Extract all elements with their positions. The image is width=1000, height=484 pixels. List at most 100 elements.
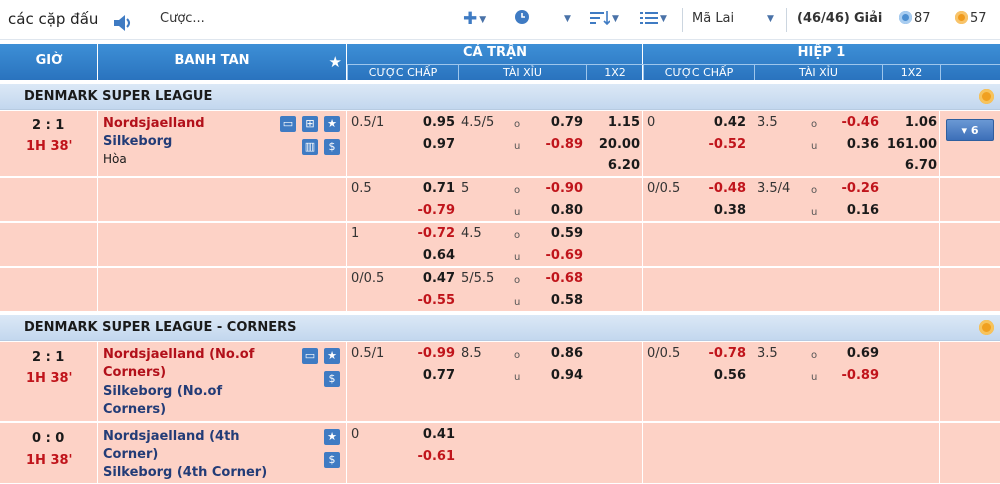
odds-value[interactable]: -0.52 — [701, 137, 746, 153]
odds-value[interactable]: 0.95 — [410, 115, 455, 131]
away-team-cont[interactable]: Corners) — [103, 402, 166, 418]
star-icon[interactable]: ★ — [324, 116, 340, 132]
field-icon[interactable]: ⊞ — [302, 116, 318, 132]
home-team[interactable]: Nordsjaelland (4th — [103, 429, 240, 445]
odds-value[interactable]: 0.86 — [538, 346, 583, 362]
dollar-icon[interactable]: $ — [324, 452, 340, 468]
sort-button[interactable]: ▼ — [590, 0, 619, 40]
odds-value[interactable]: -0.61 — [410, 449, 455, 465]
odds-value[interactable]: -0.46 — [834, 115, 879, 131]
odds-value[interactable]: -0.69 — [538, 248, 583, 264]
favorite-star-icon[interactable]: ★ — [329, 53, 342, 71]
odds-value[interactable]: 0.71 — [410, 181, 455, 197]
odds-value[interactable]: 0.59 — [538, 226, 583, 242]
counter-1[interactable]: 87 — [899, 0, 931, 40]
list-button[interactable]: ▼ — [640, 0, 667, 40]
ft-ou-header: TÀI XỈU — [458, 64, 586, 80]
odds-value[interactable]: 0.79 — [538, 115, 583, 131]
chevron-down-icon: ▼ — [564, 14, 571, 24]
odds-value[interactable]: -0.90 — [538, 181, 583, 197]
ft-1x2-header: 1X2 — [586, 64, 643, 80]
odds-value[interactable]: 0.42 — [701, 115, 746, 131]
time-column-header: GIỜ — [0, 44, 98, 80]
odds-value[interactable]: -0.99 — [410, 346, 455, 362]
table-row: 1 -0.72 0.64 4.5 o u 0.59 -0.69 — [0, 223, 1000, 267]
away-team[interactable]: Silkeborg — [103, 134, 172, 150]
odds-value[interactable]: 0.97 — [410, 137, 455, 153]
table-row: 0.5 0.71 -0.79 5 o u -0.90 0.80 0/0.5 -0… — [0, 178, 1000, 222]
league-header[interactable]: DENMARK SUPER LEAGUE - CORNERS — [0, 315, 1000, 341]
home-team-cont[interactable]: Corners) — [103, 365, 166, 381]
refresh-icon[interactable] — [979, 89, 994, 104]
match-time: 1H 38' — [26, 139, 73, 154]
odds-value[interactable]: 1.06 — [882, 115, 937, 131]
star-icon[interactable]: ★ — [324, 429, 340, 445]
odds-value[interactable]: -0.26 — [834, 181, 879, 197]
time-button[interactable] — [514, 0, 530, 40]
odds-value[interactable]: 6.70 — [882, 158, 937, 174]
home-team[interactable]: Nordsjaelland — [103, 116, 205, 132]
top-bar: các cặp đấu Cược... ✚ ▼ ▼ ▼ ▼ Mã Lai ▼ (4… — [0, 0, 1000, 40]
match-score: 0 : 0 — [32, 431, 65, 446]
page-title: các cặp đấu — [8, 10, 99, 28]
table-row: 0 : 0 1H 38' Nordsjaelland (4th Corner) … — [0, 423, 1000, 484]
sort-icon — [590, 11, 611, 27]
tv-icon[interactable]: ▭ — [280, 116, 296, 132]
odds-value[interactable]: 0.80 — [538, 203, 583, 219]
odds-value[interactable]: 0.47 — [410, 271, 455, 287]
odds-value[interactable]: -0.72 — [410, 226, 455, 242]
odds-value[interactable]: 161.00 — [882, 137, 937, 153]
chevron-down-icon: ▼ — [660, 14, 667, 24]
away-team[interactable]: Silkeborg (4th Corner) — [103, 465, 267, 481]
odds-value[interactable]: 20.00 — [590, 137, 640, 153]
league-header[interactable]: DENMARK SUPER LEAGUE — [0, 84, 1000, 110]
odds-value[interactable]: -0.78 — [701, 346, 746, 362]
time-dropdown[interactable]: ▼ — [562, 0, 571, 40]
odds-value[interactable]: 0.94 — [538, 368, 583, 384]
region-select[interactable]: Mã Lai — [692, 0, 734, 40]
chevron-down-icon: ▼ — [612, 14, 619, 24]
odds-value[interactable]: -0.68 — [538, 271, 583, 287]
odds-value[interactable]: 0.16 — [834, 203, 879, 219]
chevron-down-icon: ▼ — [479, 15, 487, 25]
stats-icon[interactable]: ▥ — [302, 139, 318, 155]
odds-value[interactable]: 0.41 — [410, 427, 455, 443]
odds-value[interactable]: 0.77 — [410, 368, 455, 384]
league-filter[interactable]: (46/46) Giải — [797, 0, 882, 40]
odds-value[interactable]: 0.64 — [410, 248, 455, 264]
bet-dropdown[interactable]: Cược... — [160, 0, 205, 40]
dollar-icon[interactable]: $ — [324, 139, 340, 155]
odds-value[interactable]: 1.15 — [590, 115, 640, 131]
region-chevron[interactable]: ▼ — [765, 0, 774, 40]
refresh-icon[interactable] — [979, 320, 994, 335]
match-score: 2 : 1 — [32, 118, 65, 133]
home-team-cont[interactable]: Corner) — [103, 447, 158, 463]
odds-value[interactable]: -0.48 — [701, 181, 746, 197]
match-time: 1H 38' — [26, 371, 73, 386]
odds-value[interactable]: 0.56 — [701, 368, 746, 384]
add-button[interactable]: ✚ ▼ — [463, 0, 486, 40]
away-team[interactable]: Silkeborg (No.of — [103, 384, 222, 400]
dollar-icon[interactable]: $ — [324, 371, 340, 387]
counter-2[interactable]: 57 — [955, 0, 987, 40]
odds-value[interactable]: 6.20 — [590, 158, 640, 174]
home-team[interactable]: Nordsjaelland (No.of — [103, 347, 254, 363]
odds-value[interactable]: -0.89 — [834, 368, 879, 384]
odds-value[interactable]: -0.55 — [410, 293, 455, 309]
odds-value[interactable]: 0.36 — [834, 137, 879, 153]
table-row: 0/0.5 0.47 -0.55 5/5.5 o u -0.68 0.58 — [0, 268, 1000, 312]
odds-value[interactable]: -0.89 — [538, 137, 583, 153]
refresh-icon — [899, 11, 912, 24]
draw-label: Hòa — [103, 152, 127, 166]
odds-value[interactable]: 0.69 — [834, 346, 879, 362]
tv-icon[interactable]: ▭ — [302, 348, 318, 364]
speaker-icon[interactable] — [113, 10, 135, 31]
more-bets-button[interactable]: ▾ 6 — [946, 119, 994, 141]
star-icon[interactable]: ★ — [324, 348, 340, 364]
table-row: 2 : 1 1H 38' Nordsjaelland (No.of Corner… — [0, 342, 1000, 422]
odds-value[interactable]: -0.79 — [410, 203, 455, 219]
match-time: 1H 38' — [26, 453, 73, 468]
odds-value[interactable]: 0.58 — [538, 293, 583, 309]
odds-value[interactable]: 0.38 — [701, 203, 746, 219]
plus-icon: ✚ — [463, 9, 478, 29]
